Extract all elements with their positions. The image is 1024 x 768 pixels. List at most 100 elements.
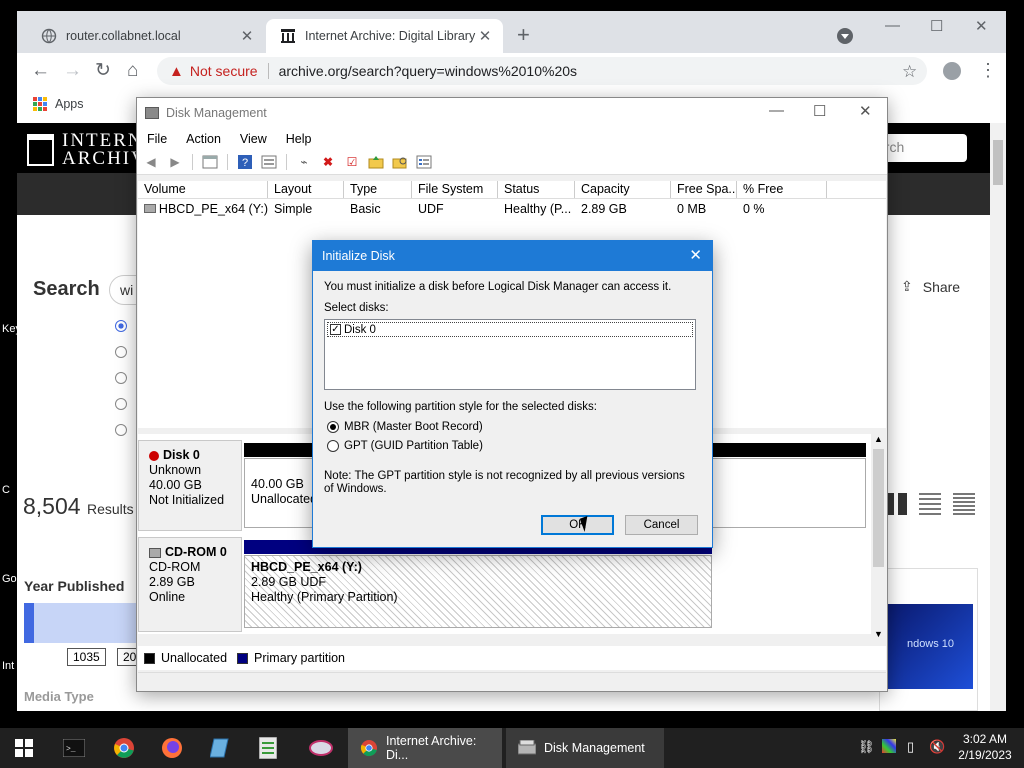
menu-action[interactable]: Action [186, 132, 221, 146]
primary-swatch [237, 652, 249, 664]
gpt-radio[interactable]: GPT (GUID Partition Table) [327, 440, 483, 452]
close-icon[interactable]: ✕ [689, 246, 702, 264]
disk-name: CD-ROM 0 [165, 545, 227, 559]
compact-view-icon[interactable] [953, 493, 975, 515]
search-option-radio[interactable] [115, 424, 127, 436]
properties-icon[interactable] [259, 153, 279, 171]
volume-list-header: Volume Layout Type File System Status Ca… [138, 181, 886, 199]
disk-management-icon [145, 107, 159, 119]
cancel-button[interactable]: Cancel [625, 515, 698, 535]
apps-shortcut[interactable]: Apps [33, 97, 84, 111]
close-icon[interactable]: ✕ [975, 17, 988, 35]
help-icon[interactable]: ? [235, 153, 255, 171]
select-disks-label: Select disks: [324, 302, 389, 314]
close-tab-icon[interactable]: ✕ [477, 27, 493, 45]
system-clock[interactable]: 3:02 AM 2/19/2023 [950, 731, 1020, 763]
partition-style-label: Use the following partition style for th… [324, 401, 597, 413]
spreadsheet-icon[interactable] [248, 728, 288, 768]
chrome-icon[interactable] [104, 728, 144, 768]
menu-icon[interactable]: ⋮ [979, 60, 997, 81]
minimize-icon[interactable]: — [769, 102, 784, 119]
table-row[interactable]: HBCD_PE_x64 (Y:) Simple Basic UDF Health… [138, 199, 886, 218]
list-view-icon[interactable] [919, 493, 941, 515]
start-button[interactable] [0, 728, 48, 768]
url-text[interactable]: archive.org/search?query=windows%2010%20… [279, 63, 577, 79]
folder-up-icon[interactable] [366, 153, 386, 171]
tab-internet-archive[interactable]: Internet Archive: Digital Library o ✕ [266, 19, 503, 53]
volume-muted-icon[interactable]: 🔇 [929, 739, 945, 755]
column-status[interactable]: Status [498, 181, 575, 198]
bookmark-star-icon[interactable]: ☆ [902, 62, 917, 82]
disk-checkbox[interactable]: ✓ [330, 324, 341, 335]
delete-icon[interactable]: ✖ [318, 153, 338, 171]
connect-icon[interactable]: ⌁ [294, 153, 314, 171]
volume-icon [144, 204, 156, 213]
disk-size: 40.00 GB [149, 478, 202, 492]
firefox-icon[interactable] [152, 728, 192, 768]
color-picker-icon[interactable] [882, 739, 896, 753]
forward-icon[interactable]: → [63, 61, 82, 81]
page-scrollbar[interactable] [990, 123, 1006, 711]
year-from-input[interactable]: 1035 [67, 648, 106, 666]
scrollbar-thumb[interactable] [873, 449, 884, 567]
column-layout[interactable]: Layout [268, 181, 344, 198]
back-arrow-icon[interactable]: ◀ [141, 153, 161, 171]
ok-button[interactable]: OK [541, 515, 614, 535]
column-volume[interactable]: Volume [138, 181, 268, 198]
notepad-icon[interactable] [200, 728, 240, 768]
maximize-icon[interactable]: ☐ [813, 102, 826, 120]
search-option-radio[interactable] [115, 320, 127, 332]
menu-view[interactable]: View [240, 132, 267, 146]
year-range-slider[interactable] [24, 603, 136, 643]
cdrom-partition[interactable]: HBCD_PE_x64 (Y:) 2.89 GB UDF Healthy (Pr… [244, 555, 712, 628]
profile-icon[interactable] [943, 62, 961, 80]
column-percent-free[interactable]: % Free [737, 181, 827, 198]
back-icon[interactable]: ← [31, 61, 50, 81]
radio-selected-icon [327, 421, 339, 433]
tab-router[interactable]: router.collabnet.local ✕ [27, 19, 265, 53]
list-view-icon[interactable] [414, 153, 434, 171]
network-tool-icon[interactable] [298, 728, 344, 768]
maximize-icon[interactable]: ☐ [930, 17, 943, 35]
tab-search-icon[interactable] [837, 28, 853, 44]
column-type[interactable]: Type [344, 181, 412, 198]
dialog-title-bar[interactable]: Initialize Disk ✕ [313, 241, 712, 271]
task-internet-archive[interactable]: Internet Archive: Di... [348, 728, 502, 768]
scroll-down-icon[interactable]: ▼ [874, 629, 883, 639]
close-icon[interactable]: ✕ [859, 102, 872, 120]
tile-view-icon[interactable] [885, 493, 907, 515]
disk-list[interactable]: ✓ Disk 0 [324, 319, 696, 390]
column-file-system[interactable]: File System [412, 181, 498, 198]
check-icon[interactable]: ☑ [342, 153, 362, 171]
column-capacity[interactable]: Capacity [575, 181, 671, 198]
usb-icon[interactable]: ▯ [907, 739, 914, 755]
close-tab-icon[interactable]: ✕ [239, 27, 255, 45]
disk-list-item[interactable]: ✓ Disk 0 [327, 322, 693, 337]
share-button[interactable]: ⇪ Share [901, 278, 960, 295]
search-option-radio[interactable] [115, 346, 127, 358]
scroll-up-icon[interactable]: ▲ [874, 434, 883, 444]
task-disk-management[interactable]: Disk Management [506, 728, 664, 768]
forward-arrow-icon[interactable]: ▶ [165, 153, 185, 171]
scrollbar-thumb[interactable] [993, 140, 1003, 185]
search-option-radio[interactable] [115, 372, 127, 384]
cdrom-0-label[interactable]: CD-ROM 0 CD-ROM 2.89 GB Online [138, 537, 242, 632]
radio-unselected-icon [327, 440, 339, 452]
address-bar[interactable]: ▲ Not secure archive.org/search?query=wi… [157, 57, 927, 85]
console-tree-icon[interactable] [200, 153, 220, 171]
terminal-icon[interactable]: >_ [54, 728, 94, 768]
menu-help[interactable]: Help [286, 132, 312, 146]
minimize-icon[interactable]: — [885, 17, 900, 34]
mbr-radio[interactable]: MBR (Master Boot Record) [327, 421, 483, 433]
menu-file[interactable]: File [147, 132, 167, 146]
folder-search-icon[interactable] [390, 153, 410, 171]
network-icon[interactable]: ⛓ [858, 739, 875, 755]
column-free-space[interactable]: Free Spa... [671, 181, 737, 198]
new-tab-icon[interactable]: + [517, 24, 530, 46]
disk-0-label[interactable]: Disk 0 Unknown 40.00 GB Not Initialized [138, 440, 242, 531]
search-option-radio[interactable] [115, 398, 127, 410]
reload-icon[interactable]: ↻ [95, 61, 111, 81]
result-card[interactable]: ndows 10 [879, 568, 978, 711]
home-icon[interactable]: ⌂ [127, 61, 138, 81]
graph-scrollbar[interactable]: ▲ ▼ [871, 434, 886, 642]
